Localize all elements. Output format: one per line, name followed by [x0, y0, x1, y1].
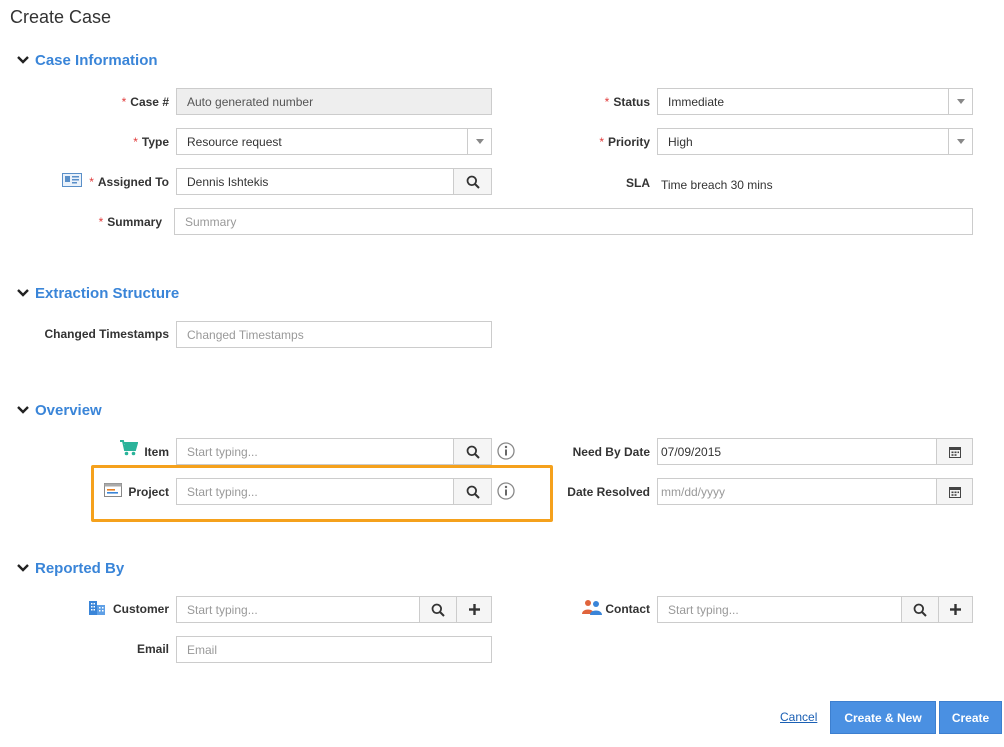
search-icon — [466, 175, 480, 189]
section-title: Reported By — [35, 559, 125, 577]
date-resolved-input[interactable]: mm/dd/yyyy — [657, 478, 937, 505]
contact-input[interactable]: Start typing... — [657, 596, 902, 623]
priority-label: * Priority — [599, 135, 650, 149]
changed-timestamps-label: Changed Timestamps — [44, 327, 169, 341]
email-label: Email — [136, 642, 169, 656]
assigned-to-search-button[interactable] — [453, 168, 492, 195]
email-input[interactable]: Email — [176, 636, 492, 663]
summary-label: * Summary — [98, 215, 162, 229]
chevron-down-icon — [17, 564, 29, 572]
changed-timestamps-input[interactable]: Changed Timestamps — [176, 321, 492, 348]
need-by-date-label: Need By Date — [572, 445, 650, 459]
section-title: Overview — [35, 401, 102, 419]
sla-value: Time breach 30 mins — [661, 178, 773, 192]
type-label: * Type — [133, 135, 169, 149]
contact-card-icon — [62, 173, 82, 187]
search-icon — [431, 603, 445, 617]
customer-add-button[interactable] — [456, 596, 492, 623]
sla-label: SLA — [626, 176, 650, 190]
status-select[interactable]: Immediate — [657, 88, 973, 115]
section-extraction-structure[interactable]: Extraction Structure — [16, 283, 179, 303]
cart-icon — [120, 440, 138, 456]
project-highlight-box — [91, 465, 553, 522]
section-reported-by[interactable]: Reported By — [16, 558, 124, 578]
search-icon — [466, 445, 480, 459]
create-button[interactable]: Create — [939, 701, 1002, 734]
contact-add-button[interactable] — [938, 596, 973, 623]
contact-label: Contact — [605, 602, 650, 616]
section-overview[interactable]: Overview — [16, 400, 102, 420]
assigned-to-input[interactable]: Dennis Ishtekis — [176, 168, 454, 195]
customer-label: Customer — [112, 602, 169, 616]
contact-search-button[interactable] — [901, 596, 939, 623]
customer-input[interactable]: Start typing... — [176, 596, 420, 623]
item-label: Item — [144, 445, 169, 459]
create-and-new-button[interactable]: Create & New — [830, 701, 936, 734]
date-resolved-label: Date Resolved — [567, 485, 650, 499]
chevron-down-icon — [17, 56, 29, 64]
type-select[interactable]: Resource request — [176, 128, 492, 155]
need-by-date-calendar-button[interactable] — [936, 438, 973, 465]
info-icon[interactable] — [497, 442, 515, 460]
case-number-field: Auto generated number — [176, 88, 492, 115]
date-resolved-calendar-button[interactable] — [936, 478, 973, 505]
status-label: * Status — [604, 95, 650, 109]
priority-select[interactable]: High — [657, 128, 973, 155]
plus-icon — [950, 604, 961, 615]
need-by-date-input[interactable]: 07/09/2015 — [657, 438, 937, 465]
calendar-icon — [948, 486, 961, 498]
dropdown-arrow-icon[interactable] — [948, 89, 972, 114]
people-icon — [582, 600, 602, 615]
cancel-link[interactable]: Cancel — [780, 710, 817, 724]
page-title: Create Case — [10, 7, 112, 27]
item-search-button[interactable] — [453, 438, 492, 465]
customer-search-button[interactable] — [419, 596, 457, 623]
calendar-icon — [948, 446, 961, 458]
chevron-down-icon — [17, 406, 29, 414]
section-title: Case Information — [35, 51, 158, 69]
assigned-to-label: * Assigned To — [89, 175, 169, 189]
plus-icon — [468, 604, 480, 615]
item-input[interactable]: Start typing... — [176, 438, 454, 465]
section-title: Extraction Structure — [35, 284, 180, 302]
search-icon — [913, 603, 927, 617]
dropdown-arrow-icon[interactable] — [948, 129, 972, 154]
case-number-label: * Case # — [121, 95, 169, 109]
section-case-information[interactable]: Case Information — [16, 50, 158, 70]
building-icon — [89, 601, 105, 615]
summary-input[interactable]: Summary — [174, 208, 973, 235]
chevron-down-icon — [17, 289, 29, 297]
dropdown-arrow-icon[interactable] — [467, 129, 491, 154]
